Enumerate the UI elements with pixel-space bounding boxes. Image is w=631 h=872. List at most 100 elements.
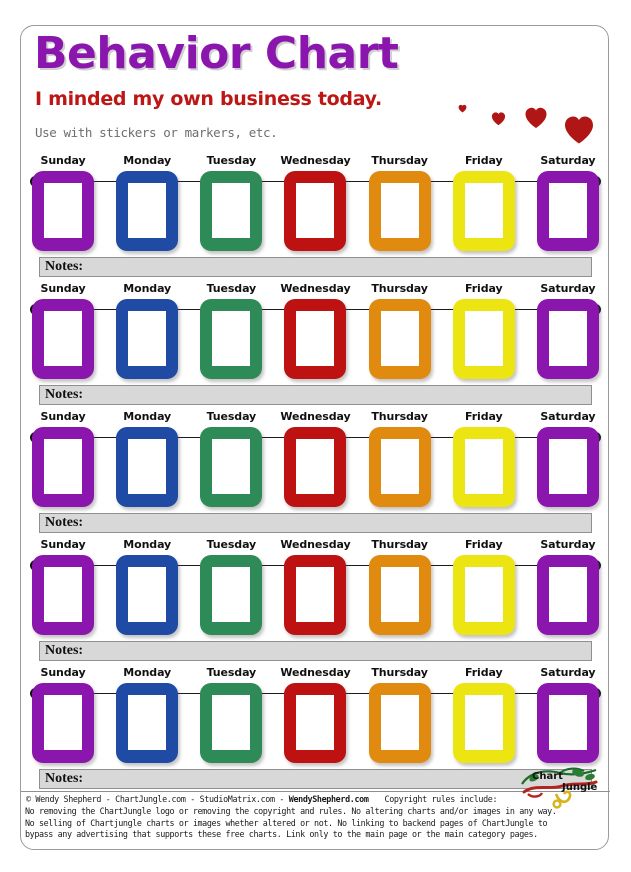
sticker-box-monday[interactable] <box>116 171 179 251</box>
sticker-box-thursday[interactable] <box>368 555 431 635</box>
day-label-saturday: Saturday <box>540 666 596 679</box>
sticker-box-strip <box>21 171 610 253</box>
sticker-box-saturday[interactable] <box>536 299 599 379</box>
heart-icon-1 <box>458 104 467 113</box>
day-label-sunday: Sunday <box>40 282 86 295</box>
page-title: Behavior Chart <box>34 28 399 79</box>
sticker-box-sunday[interactable] <box>32 683 95 763</box>
sticker-box-tuesday[interactable] <box>200 427 263 507</box>
day-label-row: Sunday Monday Tuesday Wednesday Thursday… <box>21 282 610 298</box>
day-label-thursday: Thursday <box>371 282 428 295</box>
sticker-box-sunday[interactable] <box>32 299 95 379</box>
sticker-box-thursday[interactable] <box>368 299 431 379</box>
sticker-box-strip <box>21 427 610 509</box>
notes-field[interactable]: Notes: <box>39 385 592 405</box>
day-label-monday: Monday <box>123 282 172 295</box>
sticker-box-strip <box>21 299 610 381</box>
day-label-tuesday: Tuesday <box>206 410 257 423</box>
sticker-box-friday[interactable] <box>452 171 515 251</box>
day-label-sunday: Sunday <box>40 538 86 551</box>
sticker-box-thursday[interactable] <box>368 427 431 507</box>
sticker-box-strip <box>21 683 610 765</box>
sticker-box-tuesday[interactable] <box>200 683 263 763</box>
footer-credit-tail: Copyright rules include: <box>384 794 498 804</box>
day-label-wednesday: Wednesday <box>280 410 351 423</box>
notes-field[interactable]: Notes: <box>39 769 592 789</box>
day-label-friday: Friday <box>465 154 503 167</box>
day-label-thursday: Thursday <box>371 538 428 551</box>
notes-field[interactable]: Notes: <box>39 513 592 533</box>
sticker-box-wednesday[interactable] <box>284 299 347 379</box>
notes-label: Notes: <box>45 515 84 530</box>
day-label-thursday: Thursday <box>371 154 428 167</box>
sticker-box-saturday[interactable] <box>536 171 599 251</box>
day-label-monday: Monday <box>123 538 172 551</box>
sticker-box-sunday[interactable] <box>32 427 95 507</box>
sticker-box-monday[interactable] <box>116 555 179 635</box>
heart-icon-3 <box>524 106 548 129</box>
day-label-wednesday: Wednesday <box>280 282 351 295</box>
notes-label: Notes: <box>45 771 84 786</box>
heart-icon-4 <box>563 114 595 145</box>
sticker-box-friday[interactable] <box>452 555 515 635</box>
page-subtitle: I minded my own business today. <box>35 88 382 110</box>
sticker-box-friday[interactable] <box>452 683 515 763</box>
sticker-box-sunday[interactable] <box>32 171 95 251</box>
sticker-box-wednesday[interactable] <box>284 171 347 251</box>
day-label-friday: Friday <box>465 410 503 423</box>
sticker-box-thursday[interactable] <box>368 683 431 763</box>
heart-icon-2 <box>491 111 506 126</box>
footer-rules-line-2: No selling of Chartjungle charts or imag… <box>25 817 548 828</box>
footer-rules-line-3: bypass any advertising that supports the… <box>25 829 538 839</box>
week-row: Sunday Monday Tuesday Wednesday Thursday… <box>21 410 610 538</box>
day-label-saturday: Saturday <box>540 282 596 295</box>
day-label-monday: Monday <box>123 154 172 167</box>
notes-field[interactable]: Notes: <box>39 641 592 661</box>
sticker-box-monday[interactable] <box>116 683 179 763</box>
sticker-box-tuesday[interactable] <box>200 171 263 251</box>
page-header: Behavior Chart I minded my own business … <box>21 26 610 156</box>
sticker-box-friday[interactable] <box>452 299 515 379</box>
sticker-box-friday[interactable] <box>452 427 515 507</box>
footer-rules-block: No removing the ChartJungle logo or remo… <box>25 806 605 841</box>
day-label-sunday: Sunday <box>40 154 86 167</box>
day-label-sunday: Sunday <box>40 666 86 679</box>
sticker-box-wednesday[interactable] <box>284 683 347 763</box>
week-rows: Sunday Monday Tuesday Wednesday Thursday… <box>21 154 610 794</box>
day-label-row: Sunday Monday Tuesday Wednesday Thursday… <box>21 154 610 170</box>
day-label-wednesday: Wednesday <box>280 666 351 679</box>
page-tagline: Use with stickers or markers, etc. <box>35 125 278 140</box>
sticker-box-saturday[interactable] <box>536 427 599 507</box>
sticker-box-wednesday[interactable] <box>284 427 347 507</box>
logo-text-bottom: Jungle <box>561 782 598 793</box>
sticker-box-wednesday[interactable] <box>284 555 347 635</box>
sticker-box-saturday[interactable] <box>536 555 599 635</box>
sticker-box-tuesday[interactable] <box>200 555 263 635</box>
day-label-wednesday: Wednesday <box>280 154 351 167</box>
notes-field[interactable]: Notes: <box>39 257 592 277</box>
day-label-saturday: Saturday <box>540 154 596 167</box>
sticker-box-tuesday[interactable] <box>200 299 263 379</box>
sticker-box-sunday[interactable] <box>32 555 95 635</box>
sticker-box-monday[interactable] <box>116 427 179 507</box>
day-label-monday: Monday <box>123 410 172 423</box>
week-row: Sunday Monday Tuesday Wednesday Thursday… <box>21 538 610 666</box>
page-footer: Chart Jungle © Wendy Shepherd - ChartJun… <box>21 767 610 849</box>
day-label-sunday: Sunday <box>40 410 86 423</box>
day-label-saturday: Saturday <box>540 410 596 423</box>
notes-label: Notes: <box>45 643 84 658</box>
day-label-row: Sunday Monday Tuesday Wednesday Thursday… <box>21 538 610 554</box>
week-row: Sunday Monday Tuesday Wednesday Thursday… <box>21 154 610 282</box>
sticker-box-thursday[interactable] <box>368 171 431 251</box>
notes-label: Notes: <box>45 387 84 402</box>
day-label-thursday: Thursday <box>371 666 428 679</box>
sticker-box-saturday[interactable] <box>536 683 599 763</box>
day-label-friday: Friday <box>465 666 503 679</box>
sticker-box-monday[interactable] <box>116 299 179 379</box>
day-label-friday: Friday <box>465 538 503 551</box>
day-label-tuesday: Tuesday <box>206 282 257 295</box>
day-label-row: Sunday Monday Tuesday Wednesday Thursday… <box>21 410 610 426</box>
day-label-thursday: Thursday <box>371 410 428 423</box>
footer-credit-bold: WendyShepherd.com <box>288 794 369 804</box>
day-label-saturday: Saturday <box>540 538 596 551</box>
